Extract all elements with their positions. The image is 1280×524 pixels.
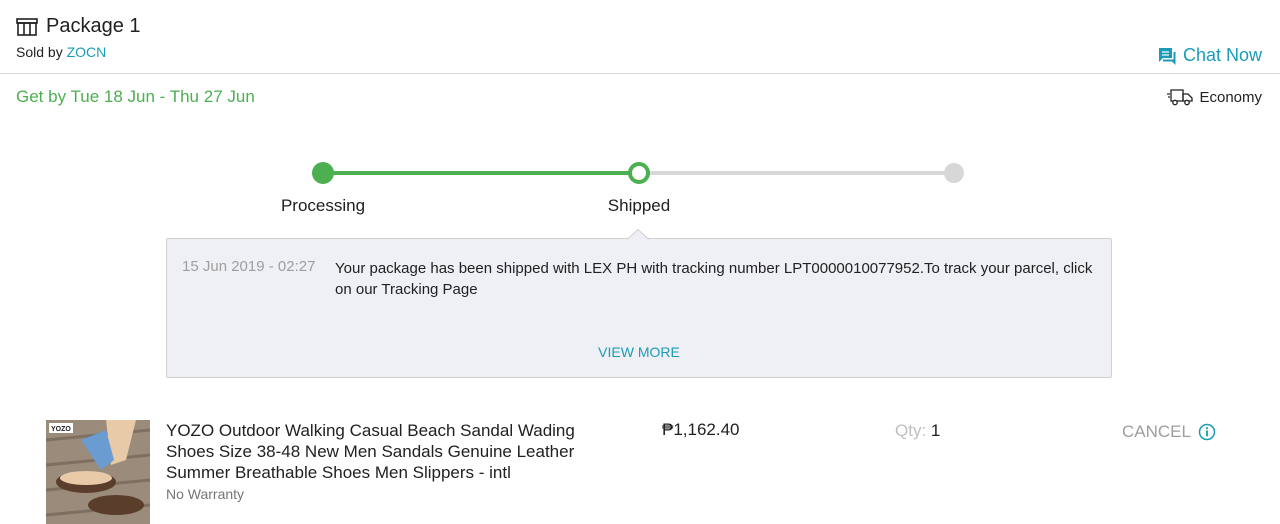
sold-by: Sold by ZOCN: [16, 44, 106, 60]
chat-now-label: Chat Now: [1182, 45, 1262, 65]
shipping-method-label: Economy: [1199, 88, 1262, 106]
step-dot-shipped: [628, 162, 650, 184]
step-dot-processing: [312, 162, 334, 184]
product-thumbnail[interactable]: YOZO: [46, 420, 150, 524]
progress-line-pending: [639, 171, 954, 175]
delivery-estimate: Get by Tue 18 Jun - Thu 27 Jun: [16, 87, 255, 106]
product-name[interactable]: YOZO Outdoor Walking Casual Beach Sandal…: [166, 420, 606, 483]
sold-by-label: Sold by: [16, 44, 67, 60]
chat-icon: [1158, 47, 1176, 65]
chat-now-button[interactable]: Chat Now: [1157, 45, 1262, 66]
cancel-label: CANCEL: [1122, 422, 1191, 441]
step-label-processing: Processing: [280, 196, 366, 215]
package-header: Package 1 Sold by ZOCN Chat Now: [0, 0, 1280, 74]
step-label-shipped: Shipped: [607, 196, 671, 215]
truck-icon: [1167, 89, 1194, 106]
warranty-text: No Warranty: [166, 486, 245, 502]
quantity: Qty: 1: [895, 421, 940, 441]
log-message: Your package has been shipped with LEX P…: [335, 260, 1093, 298]
step-dot-delivered: [944, 163, 964, 183]
qty-label: Qty:: [895, 421, 927, 440]
product-price: ₱1,162.40: [662, 420, 740, 439]
package-title: Package 1: [46, 15, 141, 37]
panel-caret: [627, 229, 649, 240]
view-more-link[interactable]: VIEW MORE: [167, 344, 1111, 360]
qty-value: 1: [930, 421, 941, 440]
seller-link[interactable]: ZOCN: [67, 44, 107, 60]
info-icon[interactable]: [1198, 423, 1216, 441]
product-image: YOZO: [46, 420, 150, 524]
brand-mark: YOZO: [51, 426, 71, 433]
package-icon: [16, 18, 38, 36]
cancel-button[interactable]: CANCEL: [1122, 422, 1216, 442]
progress-line-done: [323, 171, 639, 175]
log-timestamp: 15 Jun 2019 - 02:27: [182, 258, 316, 275]
shipping-method: Economy: [1166, 87, 1262, 107]
tracking-log-panel: 15 Jun 2019 - 02:27 Your package has bee…: [166, 238, 1112, 378]
